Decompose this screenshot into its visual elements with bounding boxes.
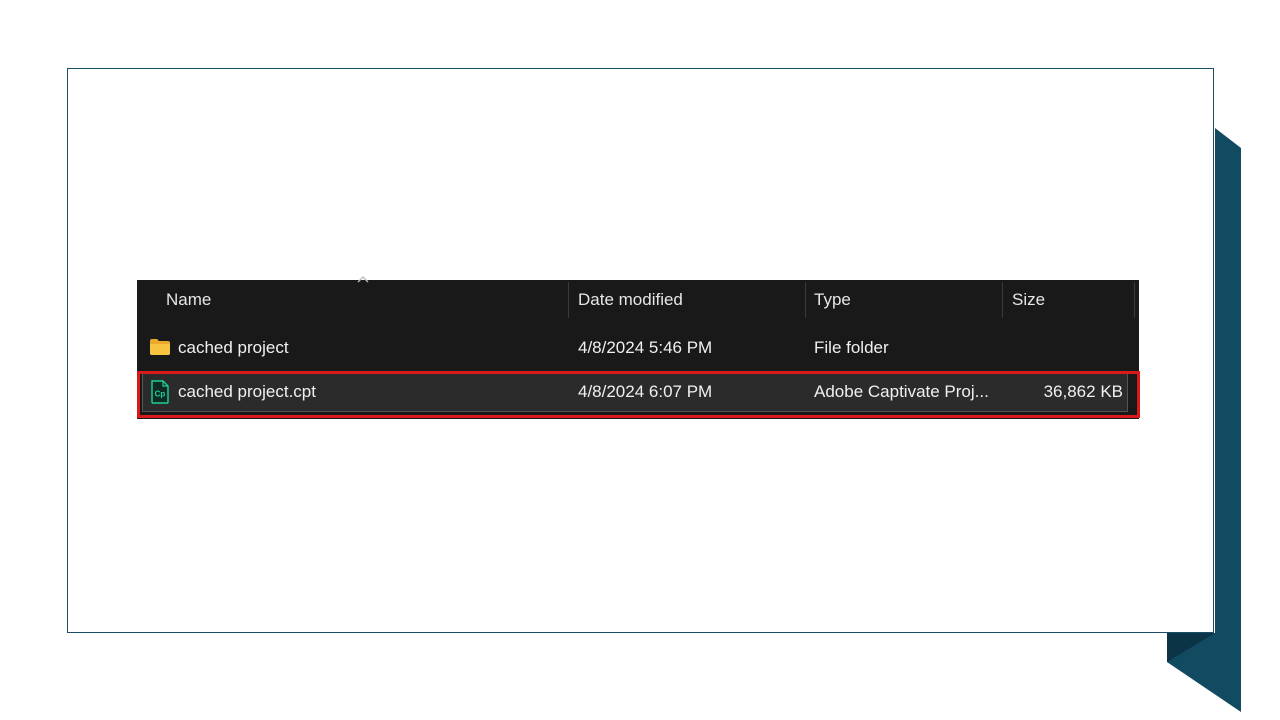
file-type: Adobe Captivate Proj... <box>814 382 989 401</box>
column-header-name[interactable]: Name <box>157 280 567 318</box>
slide: Name Date modified Type Size cached proj… <box>0 0 1280 720</box>
file-row-cached-project-cpt[interactable]: Cp cached project.cpt 4/8/2024 6:07 PM A… <box>137 370 1139 414</box>
file-name: cached project.cpt <box>178 382 316 401</box>
file-row-cached-project-folder[interactable]: cached project 4/8/2024 5:46 PM File fol… <box>137 326 1139 370</box>
column-header-row: Name Date modified Type Size <box>137 276 1139 318</box>
column-header-size[interactable]: Size <box>1003 280 1133 318</box>
file-size <box>1003 326 1123 370</box>
column-separator[interactable] <box>1134 282 1135 318</box>
svg-text:Cp: Cp <box>155 390 166 399</box>
column-header-date-modified[interactable]: Date modified <box>569 280 804 318</box>
folder-icon <box>150 339 170 355</box>
column-header-type[interactable]: Type <box>805 280 1002 318</box>
file-explorer-list: Name Date modified Type Size cached proj… <box>137 276 1139 419</box>
file-date-modified: 4/8/2024 5:46 PM <box>578 338 713 357</box>
file-date-modified: 4/8/2024 6:07 PM <box>578 382 713 401</box>
file-size: 36,862 KB <box>1043 382 1123 401</box>
captivate-file-icon: Cp <box>151 380 169 404</box>
file-type: File folder <box>814 338 889 357</box>
file-name: cached project <box>178 338 289 357</box>
